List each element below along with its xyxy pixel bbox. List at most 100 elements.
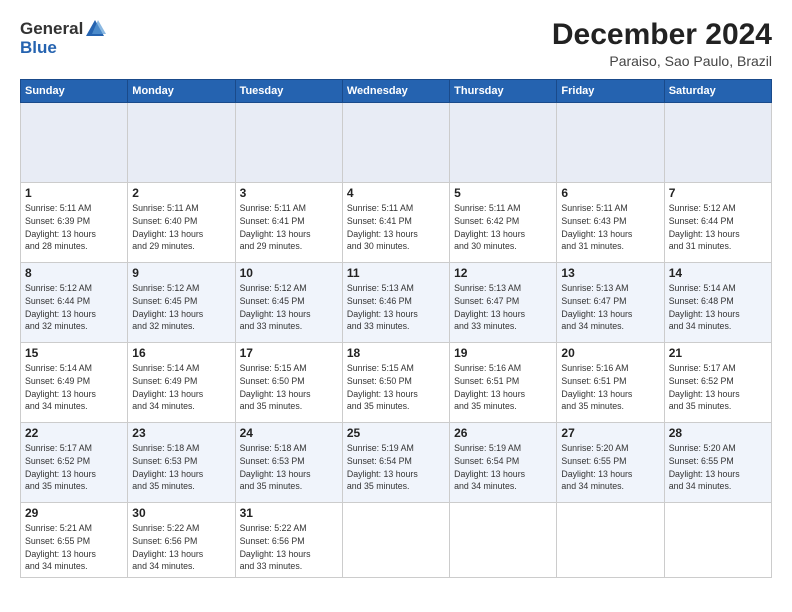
table-row: 31Sunrise: 5:22 AMSunset: 6:56 PMDayligh… [235,503,342,578]
day-number: 17 [240,346,338,360]
day-number: 25 [347,426,445,440]
table-row: 20Sunrise: 5:16 AMSunset: 6:51 PMDayligh… [557,343,664,423]
table-row: 15Sunrise: 5:14 AMSunset: 6:49 PMDayligh… [21,343,128,423]
col-sunday: Sunday [21,80,128,103]
table-row: 26Sunrise: 5:19 AMSunset: 6:54 PMDayligh… [450,423,557,503]
table-row [21,103,128,183]
logo-blue-text: Blue [20,38,57,57]
day-number: 28 [669,426,767,440]
table-row: 9 Sunrise: 5:12 AMSunset: 6:45 PMDaylight… [128,263,235,343]
table-row: 21 Sunrise: 5:17 AMSunset: 6:52 PMDayligh… [664,343,771,423]
table-row: 18 Sunrise: 5:15 AMSunset: 6:50 PMDayligh… [342,343,449,423]
subtitle: Paraiso, Sao Paulo, Brazil [552,53,772,69]
day-info: Sunrise: 5:15 AMSunset: 6:50 PMDaylight:… [240,362,338,413]
table-row: 19Sunrise: 5:16 AMSunset: 6:51 PMDayligh… [450,343,557,423]
day-info: Sunrise: 5:14 AMSunset: 6:48 PMDaylight:… [669,282,767,333]
day-number: 18 [347,346,445,360]
table-row: 6 Sunrise: 5:11 AMSunset: 6:43 PMDaylight… [557,183,664,263]
table-row [557,103,664,183]
calendar-week-row [21,103,772,183]
day-info: Sunrise: 5:20 AMSunset: 6:55 PMDaylight:… [669,442,767,493]
table-row: 8 Sunrise: 5:12 AMSunset: 6:44 PMDaylight… [21,263,128,343]
day-info: Sunrise: 5:18 AMSunset: 6:53 PMDaylight:… [240,442,338,493]
day-info: Sunrise: 5:22 AMSunset: 6:56 PMDaylight:… [240,522,338,573]
calendar-week-row: 1Sunrise: 5:11 AMSunset: 6:39 PMDaylight… [21,183,772,263]
day-number: 14 [669,266,767,280]
day-number: 5 [454,186,552,200]
col-friday: Friday [557,80,664,103]
col-thursday: Thursday [450,80,557,103]
day-info: Sunrise: 5:11 AMSunset: 6:41 PMDaylight:… [240,202,338,253]
table-row: 16 Sunrise: 5:14 AMSunset: 6:49 PMDayligh… [128,343,235,423]
day-info: Sunrise: 5:12 AMSunset: 6:45 PMDaylight:… [240,282,338,333]
day-info: Sunrise: 5:13 AMSunset: 6:47 PMDaylight:… [454,282,552,333]
day-number: 21 [669,346,767,360]
day-info: Sunrise: 5:11 AMSunset: 6:42 PMDaylight:… [454,202,552,253]
main-title: December 2024 [552,18,772,51]
table-row: 3Sunrise: 5:11 AMSunset: 6:41 PMDaylight… [235,183,342,263]
table-row: 4Sunrise: 5:11 AMSunset: 6:41 PMDaylight… [342,183,449,263]
day-info: Sunrise: 5:19 AMSunset: 6:54 PMDaylight:… [347,442,445,493]
table-row: 11Sunrise: 5:13 AMSunset: 6:46 PMDayligh… [342,263,449,343]
table-row: 13Sunrise: 5:13 AMSunset: 6:47 PMDayligh… [557,263,664,343]
col-wednesday: Wednesday [342,80,449,103]
day-number: 9 [132,266,230,280]
table-row: 7Sunrise: 5:12 AMSunset: 6:44 PMDaylight… [664,183,771,263]
calendar-week-row: 29Sunrise: 5:21 AMSunset: 6:55 PMDayligh… [21,503,772,578]
day-info: Sunrise: 5:12 AMSunset: 6:45 PMDaylight:… [132,282,230,333]
day-info: Sunrise: 5:15 AMSunset: 6:50 PMDaylight:… [347,362,445,413]
day-number: 7 [669,186,767,200]
table-row [450,103,557,183]
logo: General Blue [20,18,107,58]
table-row [664,503,771,578]
table-row: 27Sunrise: 5:20 AMSunset: 6:55 PMDayligh… [557,423,664,503]
day-info: Sunrise: 5:14 AMSunset: 6:49 PMDaylight:… [132,362,230,413]
day-info: Sunrise: 5:17 AMSunset: 6:52 PMDaylight:… [669,362,767,413]
table-row: 17 Sunrise: 5:15 AMSunset: 6:50 PMDayligh… [235,343,342,423]
calendar-header-row: Sunday Monday Tuesday Wednesday Thursday… [21,80,772,103]
day-number: 11 [347,266,445,280]
day-number: 19 [454,346,552,360]
table-row: 24 Sunrise: 5:18 AMSunset: 6:53 PMDayligh… [235,423,342,503]
day-number: 4 [347,186,445,200]
calendar-week-row: 15 Sunrise: 5:14 AMSunset: 6:49 PMDayligh… [21,343,772,423]
day-info: Sunrise: 5:11 AMSunset: 6:39 PMDaylight:… [25,202,123,253]
table-row [128,103,235,183]
table-row: 10 Sunrise: 5:12 AMSunset: 6:45 PMDayligh… [235,263,342,343]
page: General Blue December 2024 Paraiso, Sao … [0,0,792,588]
table-row [342,103,449,183]
day-number: 2 [132,186,230,200]
day-info: Sunrise: 5:22 AMSunset: 6:56 PMDaylight:… [132,522,230,573]
day-number: 8 [25,266,123,280]
logo-icon [84,18,106,40]
table-row: 14 Sunrise: 5:14 AMSunset: 6:48 PMDayligh… [664,263,771,343]
day-number: 12 [454,266,552,280]
day-number: 16 [132,346,230,360]
table-row: 25 Sunrise: 5:19 AMSunset: 6:54 PMDayligh… [342,423,449,503]
table-row: 30 Sunrise: 5:22 AMSunset: 6:56 PMDayligh… [128,503,235,578]
day-info: Sunrise: 5:16 AMSunset: 6:51 PMDaylight:… [561,362,659,413]
day-number: 29 [25,506,123,520]
table-row [557,503,664,578]
day-info: Sunrise: 5:19 AMSunset: 6:54 PMDaylight:… [454,442,552,493]
day-info: Sunrise: 5:11 AMSunset: 6:43 PMDaylight:… [561,202,659,253]
day-info: Sunrise: 5:18 AMSunset: 6:53 PMDaylight:… [132,442,230,493]
day-number: 6 [561,186,659,200]
day-number: 13 [561,266,659,280]
day-info: Sunrise: 5:11 AMSunset: 6:40 PMDaylight:… [132,202,230,253]
day-info: Sunrise: 5:12 AMSunset: 6:44 PMDaylight:… [25,282,123,333]
table-row: 23 Sunrise: 5:18 AMSunset: 6:53 PMDayligh… [128,423,235,503]
table-row: 2 Sunrise: 5:11 AMSunset: 6:40 PMDaylight… [128,183,235,263]
table-row [664,103,771,183]
calendar-week-row: 8 Sunrise: 5:12 AMSunset: 6:44 PMDaylight… [21,263,772,343]
day-number: 23 [132,426,230,440]
table-row [342,503,449,578]
calendar-table: Sunday Monday Tuesday Wednesday Thursday… [20,79,772,578]
day-number: 15 [25,346,123,360]
day-number: 24 [240,426,338,440]
day-number: 10 [240,266,338,280]
day-number: 22 [25,426,123,440]
col-saturday: Saturday [664,80,771,103]
day-number: 27 [561,426,659,440]
day-number: 30 [132,506,230,520]
